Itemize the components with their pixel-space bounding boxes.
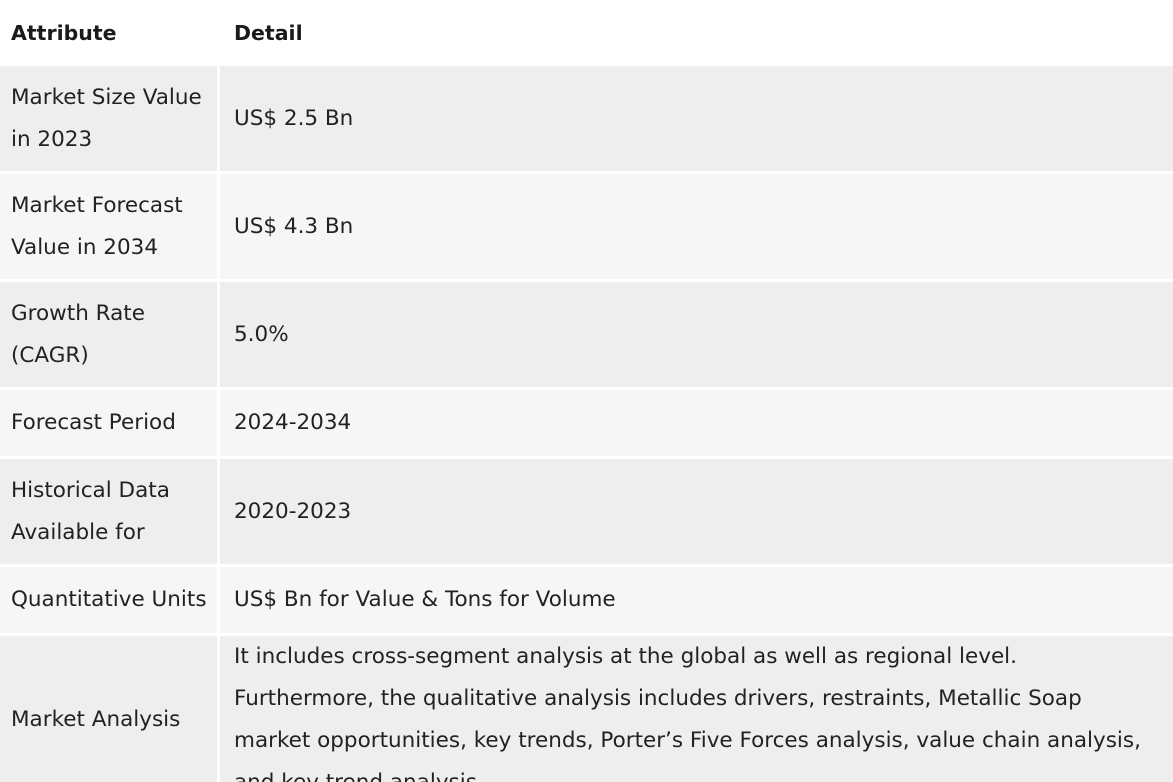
row-attribute: Market Analysis xyxy=(0,636,220,782)
row-detail: 5.0% xyxy=(220,282,1173,390)
row-detail: US$ Bn for Value & Tons for Volume xyxy=(220,567,1173,636)
table-header-row: Attribute Detail xyxy=(0,0,1173,66)
row-attribute: Market Forecast Value in 2034 xyxy=(0,174,220,282)
table-row: Market Analysis It includes cross-segmen… xyxy=(0,636,1173,782)
row-attribute: Quantitative Units xyxy=(0,567,220,636)
row-detail: US$ 2.5 Bn xyxy=(220,66,1173,174)
row-detail: It includes cross-segment analysis at th… xyxy=(220,636,1173,782)
table-row: Quantitative Units US$ Bn for Value & To… xyxy=(0,567,1173,636)
row-detail: 2024-2034 xyxy=(220,390,1173,459)
row-attribute: Market Size Value in 2023 xyxy=(0,66,220,174)
header-detail: Detail xyxy=(220,0,1173,66)
header-attribute: Attribute xyxy=(0,0,220,66)
row-attribute: Forecast Period xyxy=(0,390,220,459)
row-attribute: Growth Rate (CAGR) xyxy=(0,282,220,390)
row-attribute: Historical Data Available for xyxy=(0,459,220,567)
market-attributes-table: Attribute Detail Market Size Value in 20… xyxy=(0,0,1173,782)
table-row: Market Forecast Value in 2034 US$ 4.3 Bn xyxy=(0,174,1173,282)
table-row: Historical Data Available for 2020-2023 xyxy=(0,459,1173,567)
row-detail: US$ 4.3 Bn xyxy=(220,174,1173,282)
table-row: Growth Rate (CAGR) 5.0% xyxy=(0,282,1173,390)
row-detail: 2020-2023 xyxy=(220,459,1173,567)
table-row: Forecast Period 2024-2034 xyxy=(0,390,1173,459)
table-row: Market Size Value in 2023 US$ 2.5 Bn xyxy=(0,66,1173,174)
